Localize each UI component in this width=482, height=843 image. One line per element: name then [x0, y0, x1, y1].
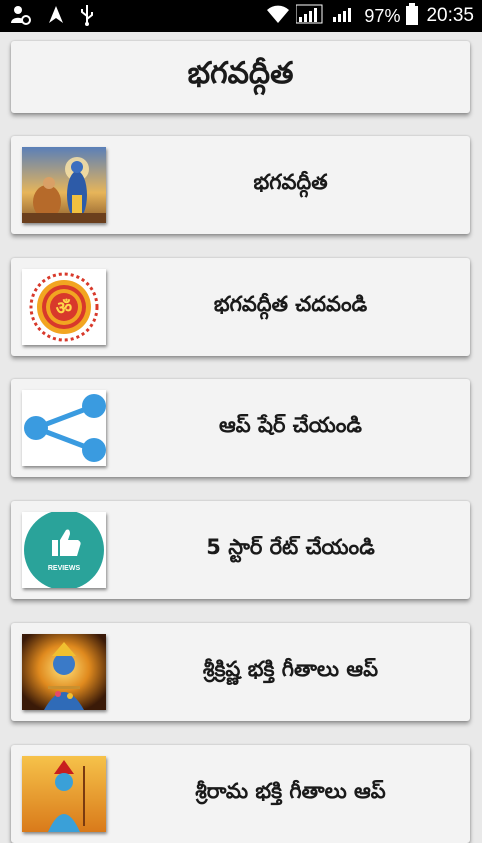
menu-item-share-app[interactable]: ఆప్ షేర్ చేయండి: [11, 379, 470, 477]
reviews-thumbs-up-icon: REVIEWS: [22, 512, 106, 588]
svg-text:ॐ: ॐ: [56, 298, 72, 319]
settings-person-icon: [10, 4, 32, 30]
menu-item-label: శ్రీక్రిష్ణ భక్తి గీతాలు ఆప్: [202, 657, 379, 681]
menu-item-krishna-songs-app[interactable]: శ్రీక్రిష్ణ భక్తి గీతాలు ఆప్: [11, 623, 470, 721]
signal-icon: [295, 3, 324, 29]
navigation-icon: [46, 4, 66, 30]
title-card: భగవద్గీత: [11, 41, 470, 113]
krishna-image: [22, 634, 106, 710]
menu-item-rama-songs-app[interactable]: శ్రీరామ భక్తి గీతాలు ఆప్: [11, 745, 470, 843]
menu-item-label: శ్రీరామ భక్తి గీతాలు ఆప్: [195, 779, 386, 803]
om-mandala-image: ॐ: [22, 269, 106, 345]
usb-icon: [80, 4, 94, 30]
krishna-arjuna-image: [22, 147, 106, 223]
status-bar: 97% 20:35: [0, 0, 482, 32]
menu-item-bhagavad-gita[interactable]: భగవద్గీత: [11, 136, 470, 234]
battery-percent: 97%: [364, 5, 401, 26]
share-icon: [22, 390, 106, 466]
reviews-text: REVIEWS: [48, 565, 81, 572]
menu-item-label: 5 స్టార్ రేట్ చేయండి: [206, 535, 375, 559]
clock: 20:35: [426, 5, 474, 26]
battery-icon: [406, 3, 419, 29]
page-title: భగవద్గీత: [187, 56, 294, 91]
menu-item-rate-app[interactable]: REVIEWS 5 స్టార్ రేట్ చేయండి: [11, 501, 470, 599]
menu-item-label: భగవద్గీత చదవండి: [213, 292, 368, 316]
signal-icon: [330, 3, 358, 29]
menu-item-label: భగవద్గీత: [253, 170, 328, 194]
menu-item-read-gita[interactable]: ॐ భగవద్గీత చదవండి: [11, 258, 470, 356]
wifi-icon: [266, 4, 290, 28]
rama-image: [22, 756, 106, 832]
menu-item-label: ఆప్ షేర్ చేయండి: [219, 413, 362, 437]
